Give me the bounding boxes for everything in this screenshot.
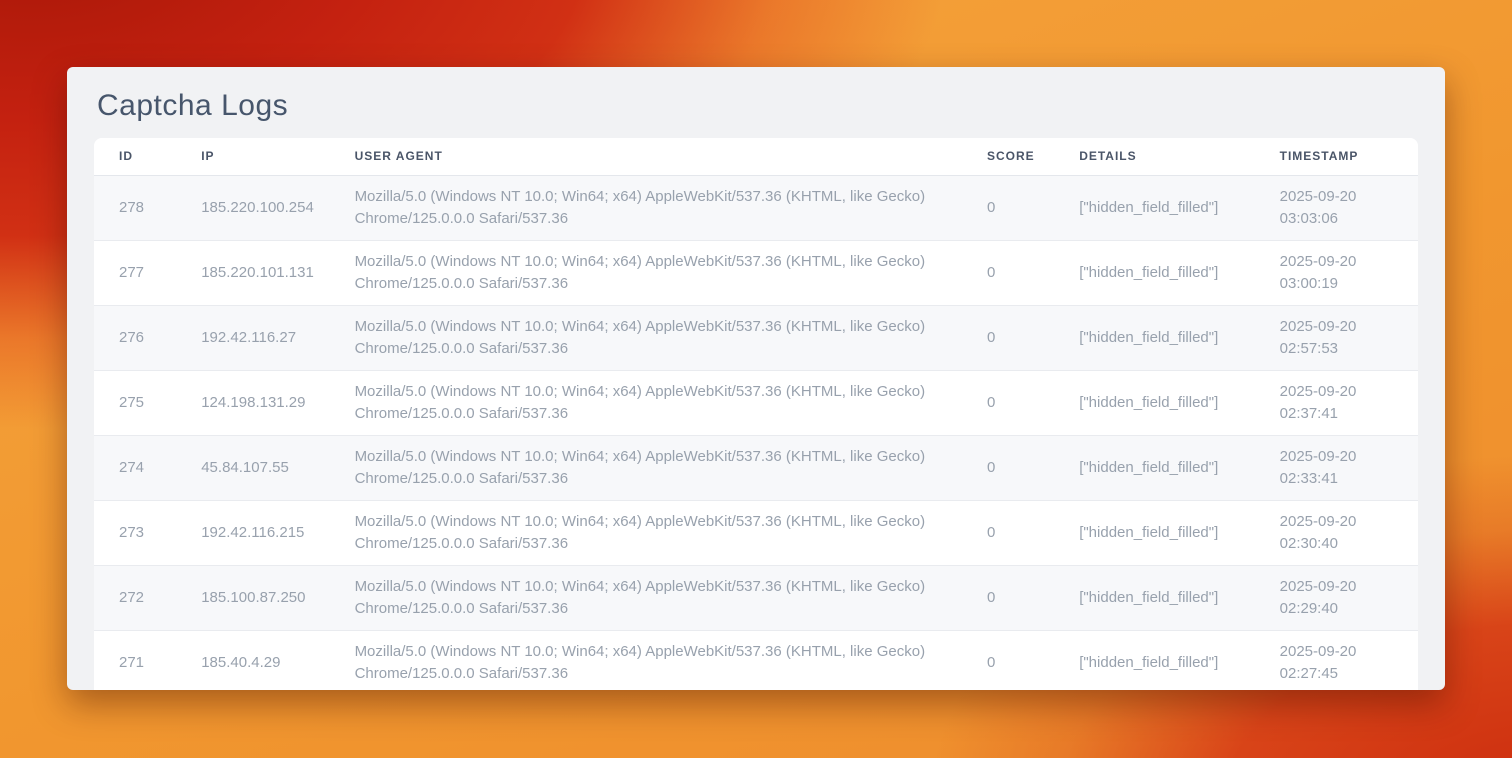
table-row: 27445.84.107.55Mozilla/5.0 (Windows NT 1…: [94, 435, 1418, 500]
cell-score: 0: [977, 240, 1069, 305]
cell-timestamp: 2025-09-20 02:30:40: [1270, 500, 1418, 565]
column-header-user-agent: USER AGENT: [345, 138, 977, 175]
cell-user_agent: Mozilla/5.0 (Windows NT 10.0; Win64; x64…: [345, 370, 977, 435]
cell-details: ["hidden_field_filled"]: [1069, 500, 1269, 565]
cell-score: 0: [977, 370, 1069, 435]
cell-details: ["hidden_field_filled"]: [1069, 305, 1269, 370]
cell-user_agent: Mozilla/5.0 (Windows NT 10.0; Win64; x64…: [345, 630, 977, 690]
cell-timestamp: 2025-09-20 02:29:40: [1270, 565, 1418, 630]
cell-user_agent: Mozilla/5.0 (Windows NT 10.0; Win64; x64…: [345, 240, 977, 305]
page-title: Captcha Logs: [67, 67, 1445, 138]
cell-score: 0: [977, 305, 1069, 370]
cell-score: 0: [977, 500, 1069, 565]
captcha-logs-card: Captcha Logs ID IP USER AGENT SCORE DETA…: [67, 67, 1445, 690]
cell-score: 0: [977, 565, 1069, 630]
cell-id: 274: [94, 435, 191, 500]
cell-user_agent: Mozilla/5.0 (Windows NT 10.0; Win64; x64…: [345, 175, 977, 240]
cell-id: 278: [94, 175, 191, 240]
cell-ip: 124.198.131.29: [191, 370, 344, 435]
cell-ip: 192.42.116.215: [191, 500, 344, 565]
table-row: 272185.100.87.250Mozilla/5.0 (Windows NT…: [94, 565, 1418, 630]
cell-timestamp: 2025-09-20 02:33:41: [1270, 435, 1418, 500]
cell-details: ["hidden_field_filled"]: [1069, 240, 1269, 305]
cell-user_agent: Mozilla/5.0 (Windows NT 10.0; Win64; x64…: [345, 435, 977, 500]
cell-details: ["hidden_field_filled"]: [1069, 630, 1269, 690]
column-header-details: DETAILS: [1069, 138, 1269, 175]
logs-table-body: 278185.220.100.254Mozilla/5.0 (Windows N…: [94, 175, 1418, 690]
cell-timestamp: 2025-09-20 02:57:53: [1270, 305, 1418, 370]
column-header-timestamp: TIMESTAMP: [1270, 138, 1418, 175]
table-row: 278185.220.100.254Mozilla/5.0 (Windows N…: [94, 175, 1418, 240]
cell-score: 0: [977, 435, 1069, 500]
cell-user_agent: Mozilla/5.0 (Windows NT 10.0; Win64; x64…: [345, 500, 977, 565]
cell-timestamp: 2025-09-20 03:00:19: [1270, 240, 1418, 305]
cell-timestamp: 2025-09-20 02:37:41: [1270, 370, 1418, 435]
logs-table: ID IP USER AGENT SCORE DETAILS TIMESTAMP…: [94, 138, 1418, 690]
table-row: 277185.220.101.131Mozilla/5.0 (Windows N…: [94, 240, 1418, 305]
cell-score: 0: [977, 175, 1069, 240]
cell-id: 277: [94, 240, 191, 305]
cell-id: 272: [94, 565, 191, 630]
table-row: 273192.42.116.215Mozilla/5.0 (Windows NT…: [94, 500, 1418, 565]
cell-score: 0: [977, 630, 1069, 690]
cell-id: 276: [94, 305, 191, 370]
cell-details: ["hidden_field_filled"]: [1069, 175, 1269, 240]
table-row: 271185.40.4.29Mozilla/5.0 (Windows NT 10…: [94, 630, 1418, 690]
cell-id: 271: [94, 630, 191, 690]
column-header-score: SCORE: [977, 138, 1069, 175]
table-row: 275124.198.131.29Mozilla/5.0 (Windows NT…: [94, 370, 1418, 435]
cell-details: ["hidden_field_filled"]: [1069, 565, 1269, 630]
cell-timestamp: 2025-09-20 03:03:06: [1270, 175, 1418, 240]
page-background: { "page": { "title": "Captcha Logs" }, "…: [0, 0, 1512, 758]
cell-id: 273: [94, 500, 191, 565]
column-header-ip: IP: [191, 138, 344, 175]
cell-ip: 185.100.87.250: [191, 565, 344, 630]
cell-timestamp: 2025-09-20 02:27:45: [1270, 630, 1418, 690]
cell-ip: 45.84.107.55: [191, 435, 344, 500]
cell-ip: 185.40.4.29: [191, 630, 344, 690]
cell-details: ["hidden_field_filled"]: [1069, 370, 1269, 435]
logs-data-table: ID IP USER AGENT SCORE DETAILS TIMESTAMP…: [94, 138, 1418, 690]
table-header-row: ID IP USER AGENT SCORE DETAILS TIMESTAMP: [94, 138, 1418, 175]
cell-user_agent: Mozilla/5.0 (Windows NT 10.0; Win64; x64…: [345, 565, 977, 630]
cell-ip: 185.220.101.131: [191, 240, 344, 305]
cell-user_agent: Mozilla/5.0 (Windows NT 10.0; Win64; x64…: [345, 305, 977, 370]
cell-id: 275: [94, 370, 191, 435]
cell-ip: 192.42.116.27: [191, 305, 344, 370]
cell-ip: 185.220.100.254: [191, 175, 344, 240]
cell-details: ["hidden_field_filled"]: [1069, 435, 1269, 500]
table-row: 276192.42.116.27Mozilla/5.0 (Windows NT …: [94, 305, 1418, 370]
column-header-id: ID: [94, 138, 191, 175]
